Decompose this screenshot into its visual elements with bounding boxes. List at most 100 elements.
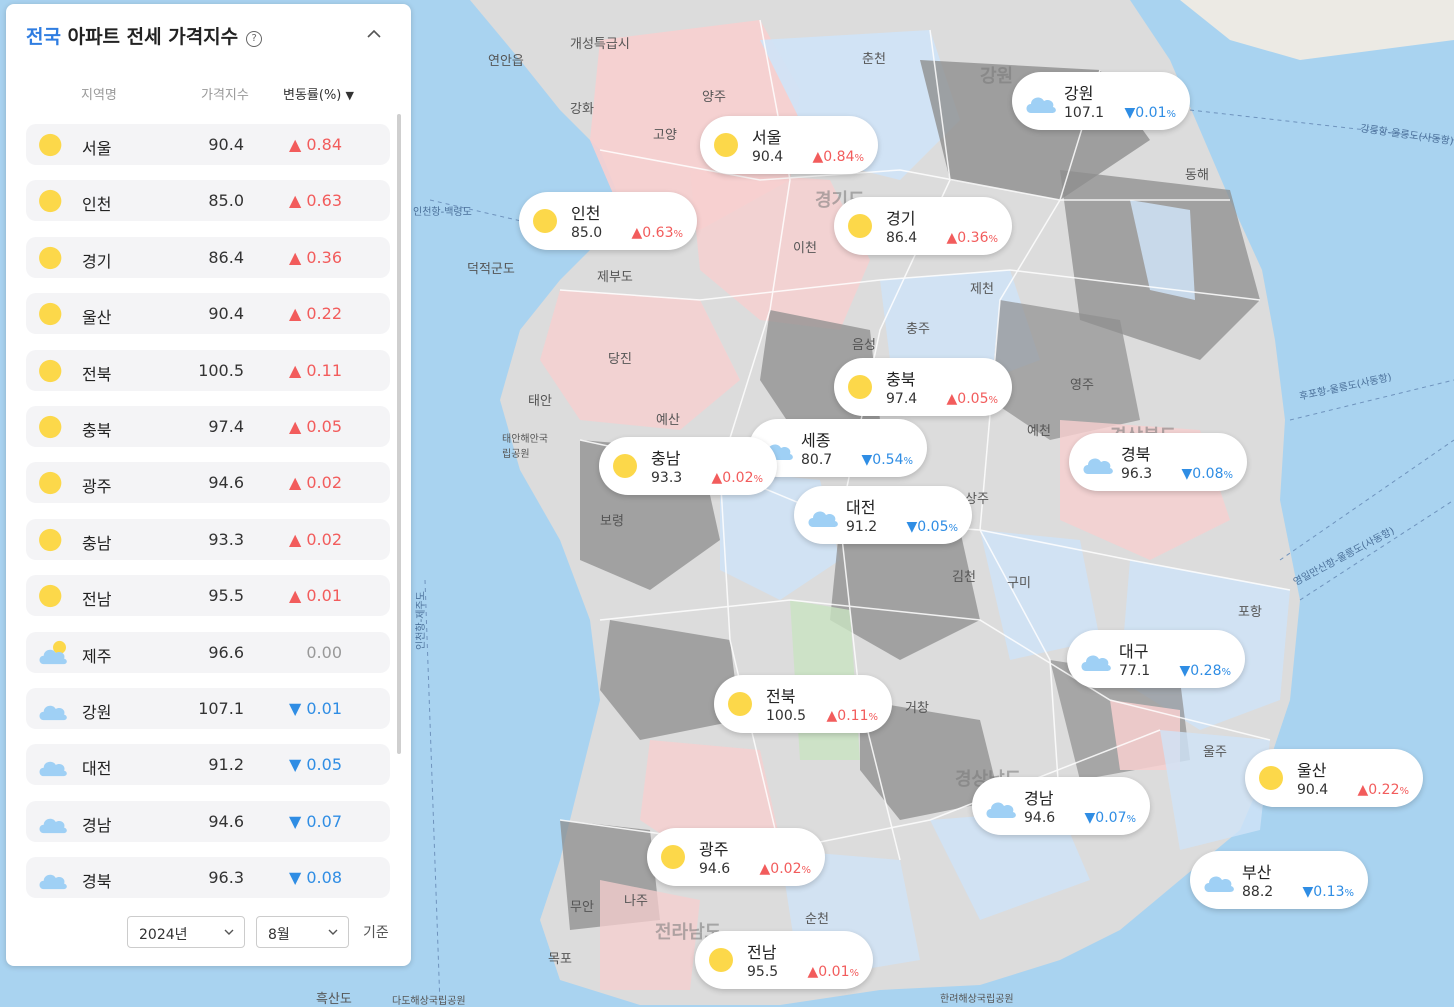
map-place-label: 포항 bbox=[1238, 605, 1262, 620]
callout-change-rate: ▲0.01% bbox=[807, 964, 859, 980]
map-place-label: 고양 bbox=[653, 128, 677, 143]
region-name: 제주 bbox=[82, 646, 112, 666]
callout-change-rate: ▼0.28% bbox=[1179, 663, 1231, 679]
region-callout[interactable]: 인천 85.0 ▲0.63% bbox=[519, 192, 697, 250]
callout-region-name: 경기 bbox=[886, 209, 916, 228]
list-item[interactable]: 충남 93.3 ▲ 0.02 bbox=[26, 518, 390, 560]
percent-unit: % bbox=[868, 712, 878, 723]
list-item[interactable]: 전북 100.5 ▲ 0.11 bbox=[26, 349, 390, 391]
callout-price-index: 85.0 bbox=[571, 225, 603, 241]
callout-change-rate: ▲0.63% bbox=[631, 225, 683, 241]
region-name: 충북 bbox=[82, 421, 112, 440]
callout-price-index: 100.5 bbox=[766, 708, 807, 724]
region-callout[interactable]: 충북 97.4 ▲0.05% bbox=[834, 358, 1012, 416]
list-item[interactable]: 광주 94.6 ▲ 0.02 bbox=[26, 462, 390, 504]
month-select[interactable]: 8월 bbox=[256, 916, 349, 948]
price-index: 90.4 bbox=[208, 304, 244, 324]
cloud-icon bbox=[986, 802, 1016, 818]
map-place-label: 김천 bbox=[952, 570, 976, 585]
region-list[interactable]: 서울 90.4 ▲ 0.84 인천 85.0 ▲ 0.63 경기 86.4 ▲ 0.36 울산 90… bbox=[26, 124, 392, 899]
change-rate: ▲ 0.84 bbox=[288, 135, 342, 154]
sun-icon bbox=[39, 133, 62, 157]
list-item[interactable]: 경남 94.6 ▼ 0.07 bbox=[26, 800, 390, 842]
callout-price-index: 93.3 bbox=[651, 470, 683, 486]
callout-price-index: 80.7 bbox=[801, 452, 833, 468]
price-index: 85.0 bbox=[208, 191, 244, 211]
map-place-label: 태안해안국립공원 bbox=[502, 434, 548, 460]
callout-region-name: 부산 bbox=[1242, 863, 1272, 882]
column-header-change-sort[interactable]: 변동률(%) ▼ bbox=[283, 84, 354, 103]
map-place-label: 양주 bbox=[702, 90, 726, 105]
map-place-label: 동해 bbox=[1185, 168, 1209, 183]
map-place-label: 순천 bbox=[805, 912, 829, 927]
list-item[interactable]: 강원 107.1 ▼ 0.01 bbox=[26, 688, 390, 729]
list-item[interactable]: 충북 97.4 ▲ 0.05 bbox=[26, 406, 390, 447]
callout-price-index: 95.5 bbox=[747, 964, 779, 980]
callout-change-rate: ▲0.02% bbox=[711, 470, 763, 486]
region-callout[interactable]: 경기 86.4 ▲0.36% bbox=[834, 197, 1012, 255]
callout-region-name: 서울 bbox=[752, 128, 782, 147]
cloud-icon bbox=[39, 762, 67, 777]
cloud-icon bbox=[808, 511, 838, 527]
region-name: 인천 bbox=[82, 195, 112, 215]
base-date-label: 기준 bbox=[363, 925, 389, 941]
list-item[interactable]: 울산 90.4 ▲ 0.22 bbox=[26, 293, 390, 335]
chevron-down-icon bbox=[328, 929, 338, 935]
callout-region-name: 전북 bbox=[766, 687, 796, 706]
map-place-label: 연안읍 bbox=[488, 54, 524, 69]
change-rate: ▼ 0.08 bbox=[288, 868, 342, 888]
sun-icon bbox=[848, 214, 872, 238]
callout-price-index: 107.1 bbox=[1064, 105, 1105, 121]
sort-down-icon: ▼ bbox=[345, 89, 354, 102]
list-item[interactable]: 인천 85.0 ▲ 0.63 bbox=[26, 180, 390, 222]
region-callout[interactable]: 전남 95.5 ▲0.01% bbox=[695, 931, 873, 989]
region-callout[interactable]: 서울 90.4 ▲0.84% bbox=[700, 116, 878, 174]
list-item[interactable]: 제주 96.6 0.00 bbox=[26, 631, 390, 673]
callout-price-index: 77.1 bbox=[1119, 663, 1151, 679]
map-place-label: 울주 bbox=[1203, 745, 1227, 760]
sun-icon bbox=[39, 528, 62, 551]
sun-icon bbox=[728, 692, 752, 716]
help-icon[interactable]: ? bbox=[246, 31, 263, 47]
percent-unit: % bbox=[1399, 786, 1409, 797]
change-rate: ▲ 0.05 bbox=[288, 417, 342, 436]
change-rate: ▲ 0.11 bbox=[288, 360, 342, 380]
scrollbar[interactable] bbox=[397, 114, 401, 754]
region-scope-link[interactable]: 전국 bbox=[26, 26, 61, 48]
percent-unit: % bbox=[1166, 109, 1176, 120]
callout-price-index: 90.4 bbox=[752, 149, 784, 165]
price-index: 91.2 bbox=[208, 755, 244, 775]
callout-region-name: 경남 bbox=[1024, 789, 1054, 808]
cloud-icon bbox=[39, 874, 67, 890]
region-name: 강원 bbox=[82, 703, 112, 722]
callout-change-rate: ▼0.08% bbox=[1181, 466, 1233, 482]
region-callout[interactable]: 울산 90.4 ▲0.22% bbox=[1245, 749, 1423, 807]
sun-icon bbox=[39, 415, 62, 439]
percent-unit: % bbox=[1221, 667, 1231, 678]
region-callout[interactable]: 전북 100.5 ▲0.11% bbox=[714, 675, 892, 733]
callout-change-rate: ▼0.01% bbox=[1124, 105, 1176, 121]
price-index: 94.6 bbox=[208, 473, 244, 493]
region-callout[interactable]: 강원 107.1 ▼0.01% bbox=[1012, 72, 1190, 130]
region-callout[interactable]: 충남 93.3 ▲0.02% bbox=[599, 437, 777, 495]
list-item[interactable]: 서울 90.4 ▲ 0.84 bbox=[26, 124, 390, 165]
map-place-label: 인천항-제주도 bbox=[416, 591, 427, 650]
change-rate: ▲ 0.63 bbox=[288, 191, 342, 211]
list-item[interactable]: 전남 95.5 ▲ 0.01 bbox=[26, 575, 390, 617]
sun-icon bbox=[661, 845, 685, 869]
year-select[interactable]: 2024년 bbox=[127, 916, 245, 948]
map-place-label: 목포 bbox=[548, 952, 572, 967]
map-place-label: 제부도 bbox=[597, 270, 633, 285]
list-item[interactable]: 경기 86.4 ▲ 0.36 bbox=[26, 236, 390, 278]
percent-unit: % bbox=[988, 395, 998, 406]
region-callout[interactable]: 경북 96.3 ▼0.08% bbox=[1069, 433, 1247, 491]
list-item[interactable]: 경북 96.3 ▼ 0.08 bbox=[26, 857, 390, 899]
region-callout[interactable]: 대구 77.1 ▼0.28% bbox=[1067, 630, 1245, 688]
region-callout[interactable]: 경남 94.6 ▼0.07% bbox=[972, 777, 1150, 835]
region-callout[interactable]: 부산 88.2 ▼0.13% bbox=[1190, 851, 1368, 909]
list-item[interactable]: 대전 91.2 ▼ 0.05 bbox=[26, 744, 390, 786]
chevron-up-icon[interactable] bbox=[366, 28, 382, 40]
year-select-value: 2024년 bbox=[139, 927, 188, 943]
region-callout[interactable]: 대전 91.2 ▼0.05% bbox=[794, 486, 972, 544]
region-callout[interactable]: 광주 94.6 ▲0.02% bbox=[647, 828, 825, 886]
